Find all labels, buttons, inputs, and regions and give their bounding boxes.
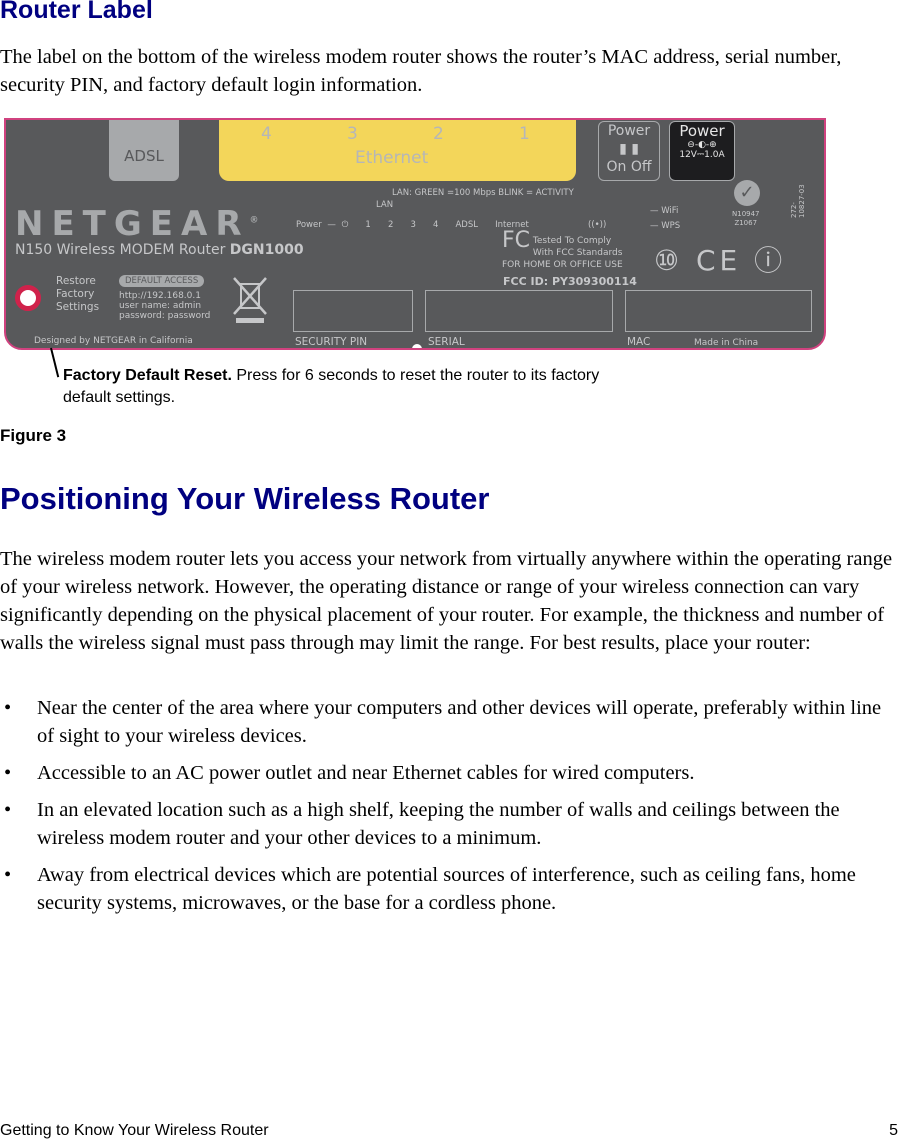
fcc-id: FCC ID: PY309300114 <box>503 275 637 288</box>
made-in-label: Made in China <box>694 338 759 348</box>
intro-paragraph: The label on the bottom of the wireless … <box>0 46 842 96</box>
section-heading-positioning: Positioning Your Wireless Router <box>0 481 490 516</box>
power-rating: 12V⎓1.0A <box>679 150 725 160</box>
default-access-badge: DEFAULT ACCESS <box>119 275 205 287</box>
netgear-logo: NETGEAR® <box>15 204 267 244</box>
bullet-icon: • <box>4 799 12 821</box>
label-notch <box>412 344 422 348</box>
security-pin-box <box>293 290 413 332</box>
power-jack: Power ⊖-◐-⊕ 12V⎓1.0A <box>669 121 735 181</box>
bullet-icon: • <box>4 697 12 719</box>
list-item: • Near the center of the area where your … <box>0 694 898 750</box>
footer-chapter-title: Getting to Know Your Wireless Router <box>0 1122 269 1139</box>
adsl-port: ADSL <box>109 120 179 181</box>
ethernet-ports: 4 3 2 1 Ethernet <box>219 120 576 181</box>
led-indicator-row: Power — ⏻ 1 2 3 4 ADSL Internet <box>296 220 529 230</box>
power-jack-title: Power <box>679 122 725 140</box>
mac-label: MAC <box>627 336 651 348</box>
led-legend: LAN: GREEN =100 Mbps BLINK = ACTIVITY <box>392 188 574 198</box>
ctick-code-1: N10947 <box>732 210 760 218</box>
wifi-led-label: — WiFi <box>650 206 679 216</box>
ctick-code-2: Z1067 <box>734 219 758 227</box>
bullet-icon: • <box>4 864 12 886</box>
placement-list: • Near the center of the area where your … <box>0 694 898 926</box>
switch-icon: ▮ ▮ <box>619 141 639 157</box>
figure-caption: Figure 3 <box>0 426 67 445</box>
callout-leader-line <box>50 347 60 378</box>
ctick-mark-icon: ✓ <box>734 180 760 206</box>
router-label-figure: ADSL 4 3 2 1 Ethernet Power ▮ ▮ On Off P… <box>4 118 826 350</box>
part-number: 272-10827-03 <box>790 184 806 218</box>
ethernet-label: Ethernet <box>355 148 429 168</box>
ethernet-port-2: 2 <box>433 124 444 144</box>
wifi-icon: ((•)) <box>588 220 607 230</box>
ethernet-port-4: 4 <box>261 124 272 144</box>
security-pin-label: SECURITY PIN <box>295 336 368 348</box>
serial-box <box>425 290 613 332</box>
serial-label: SERIAL <box>428 336 465 348</box>
positioning-paragraph: The wireless modem router lets you acces… <box>0 548 893 654</box>
list-item: • In an elevated location such as a high … <box>0 796 898 852</box>
list-item: • Accessible to an AC power outlet and ne… <box>0 759 898 787</box>
reset-button-icon <box>15 285 41 311</box>
mac-box <box>625 290 812 332</box>
callout-factory-reset: Factory Default Reset. Press for 6 secon… <box>63 367 600 406</box>
fcc-logo-icon: FC <box>502 228 531 253</box>
page-number: 5 <box>889 1122 898 1139</box>
section-heading-router-label: Router Label <box>0 0 153 24</box>
power-off-label: Off <box>630 159 652 175</box>
ethernet-port-3: 3 <box>347 124 358 144</box>
fcc-compliance: FC Tested To Comply With FCC Standards F… <box>502 228 623 271</box>
led-lan-label: LAN <box>376 200 394 210</box>
power-on-label: On <box>606 159 627 175</box>
model-name: N150 Wireless MODEM Router DGN1000 <box>15 242 304 258</box>
power-switch: Power ▮ ▮ On Off <box>598 121 660 181</box>
power-switch-title: Power <box>607 123 651 139</box>
weee-bin-icon <box>233 277 267 323</box>
default-access-info: http://192.168.0.1 user name: admin pass… <box>119 291 211 321</box>
certification-marks-icon: ⑩ CE ⓘ <box>654 244 787 277</box>
polarity-icon: ⊖-◐-⊕ <box>687 140 717 150</box>
restore-factory-settings-text: Restore Factory Settings <box>56 275 100 313</box>
bullet-icon: • <box>4 762 12 784</box>
wps-led-label: — WPS <box>650 221 681 231</box>
list-item: • Away from electrical devices which are … <box>0 861 898 917</box>
ethernet-port-1: 1 <box>519 124 530 144</box>
designed-by-text: Designed by NETGEAR in California <box>34 336 193 346</box>
